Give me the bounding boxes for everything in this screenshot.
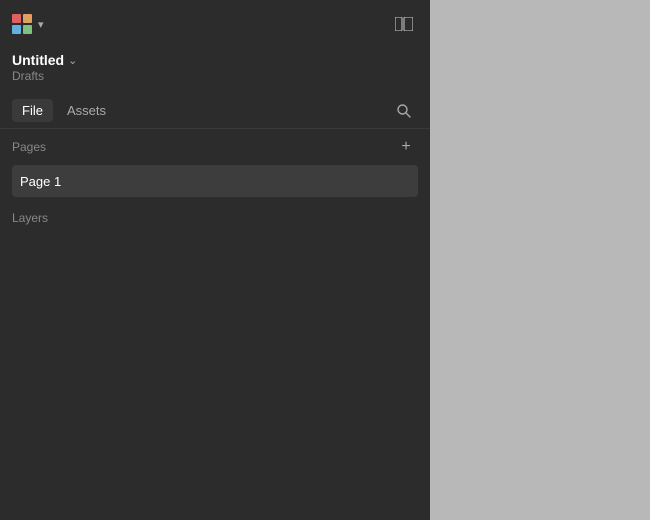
tab-file[interactable]: File xyxy=(12,99,53,122)
search-button[interactable] xyxy=(390,97,418,125)
topbar: ▾ xyxy=(0,0,430,48)
title-area: Untitled ⌄ Drafts xyxy=(0,48,430,93)
file-subtitle: Drafts xyxy=(12,69,418,83)
pages-header: Pages + xyxy=(12,129,418,165)
tabs: File Assets xyxy=(12,99,116,122)
sidebar: ▾ Untitled ⌄ Drafts File Assets xyxy=(0,0,430,520)
title-row: Untitled ⌄ xyxy=(12,52,418,68)
tab-assets[interactable]: Assets xyxy=(57,99,116,122)
layers-section: Layers xyxy=(0,201,430,231)
add-page-button[interactable]: + xyxy=(394,135,418,159)
logo-cell-1 xyxy=(12,14,21,23)
logo-chevron-icon: ▾ xyxy=(38,18,44,31)
panel-toggle-button[interactable] xyxy=(390,10,418,38)
app-logo-icon xyxy=(12,14,32,34)
file-title: Untitled xyxy=(12,52,64,68)
pages-section: Pages + Page 1 xyxy=(0,129,430,201)
page-item[interactable]: Page 1 xyxy=(12,165,418,197)
title-chevron-icon[interactable]: ⌄ xyxy=(68,54,77,67)
logo-area[interactable]: ▾ xyxy=(12,14,44,34)
logo-cell-3 xyxy=(12,25,21,34)
layers-label: Layers xyxy=(12,211,48,225)
logo-cell-2 xyxy=(23,14,32,23)
logo-cell-4 xyxy=(23,25,32,34)
tabs-row: File Assets xyxy=(0,93,430,129)
main-canvas xyxy=(430,0,650,520)
page-list: Page 1 xyxy=(12,165,418,201)
pages-label: Pages xyxy=(12,140,46,154)
